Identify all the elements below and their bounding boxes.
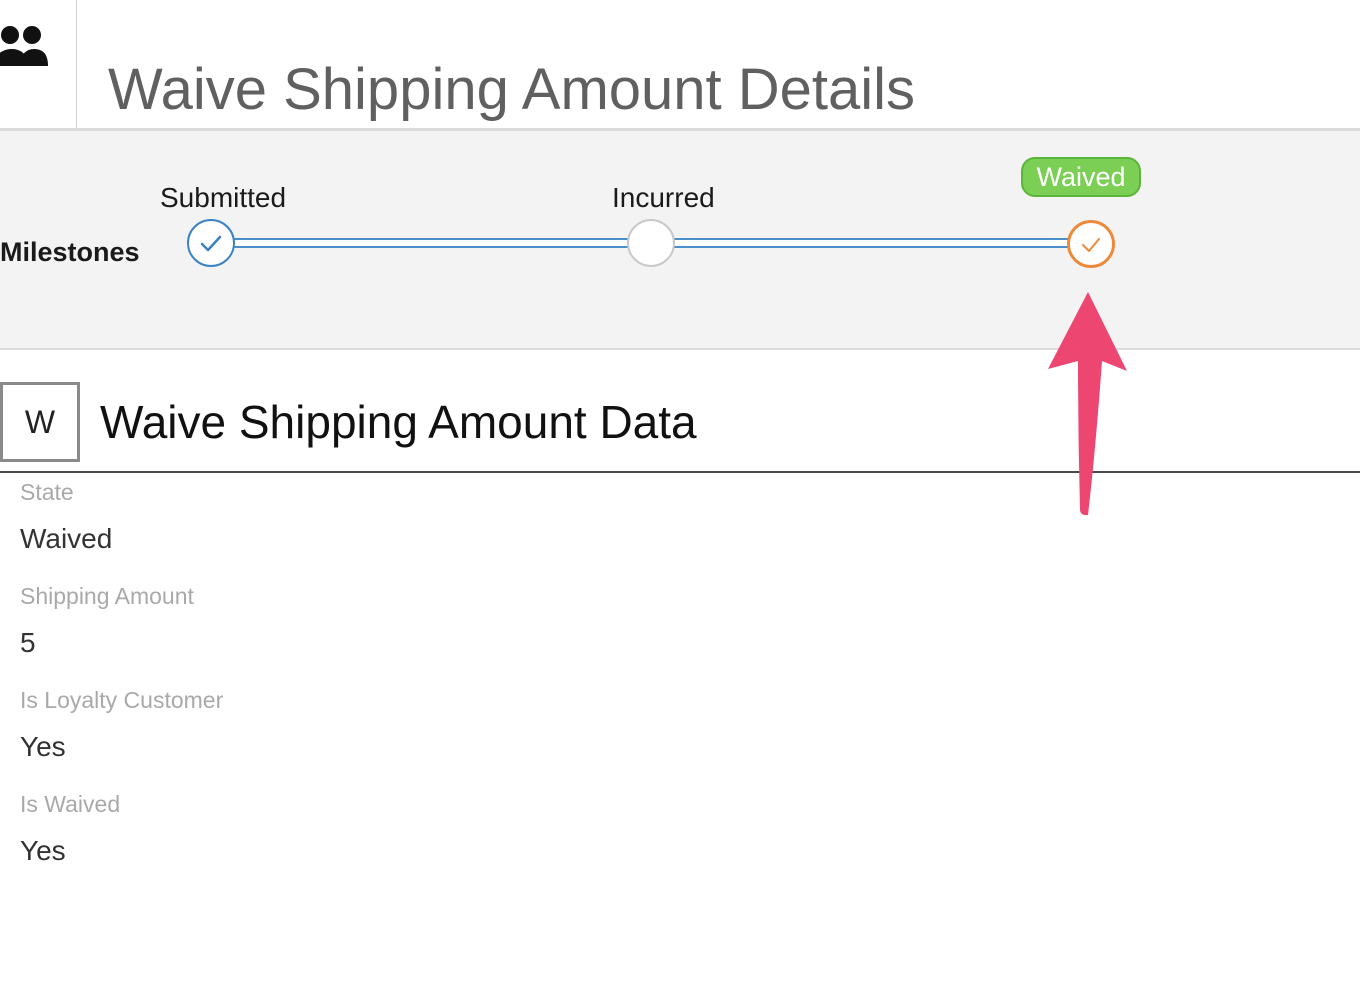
page-title: Waive Shipping Amount Details bbox=[108, 56, 916, 122]
section-divider bbox=[0, 471, 1360, 473]
page-header: Waive Shipping Amount Details bbox=[0, 0, 1360, 131]
milestones-panel: Milestones Submitted Incurred Waived bbox=[0, 131, 1360, 350]
section-title: Waive Shipping Amount Data bbox=[100, 396, 697, 448]
milestone-connector bbox=[232, 238, 630, 248]
milestone-badge-waived: Waived bbox=[1021, 157, 1141, 197]
milestones-label: Milestones bbox=[0, 237, 140, 267]
field-label-shipping-amount: Shipping Amount bbox=[20, 583, 194, 609]
field-value-is-waived: Yes bbox=[20, 835, 66, 866]
header-divider bbox=[76, 0, 77, 128]
field-value-state: Waived bbox=[20, 523, 113, 554]
milestone-label-submitted: Submitted bbox=[160, 182, 287, 213]
check-icon bbox=[200, 235, 222, 252]
avatar: W bbox=[0, 382, 80, 462]
milestone-label-incurred: Incurred bbox=[612, 182, 715, 213]
field-value-is-loyalty-customer: Yes bbox=[20, 731, 66, 762]
milestone-connector bbox=[672, 238, 1070, 248]
milestone-node-waived[interactable] bbox=[1067, 220, 1115, 268]
milestone-node-incurred[interactable] bbox=[627, 219, 675, 267]
page: Waive Shipping Amount Details Milestones… bbox=[0, 0, 1360, 996]
field-value-shipping-amount: 5 bbox=[20, 627, 36, 658]
field-label-state: State bbox=[20, 479, 74, 505]
field-label-is-loyalty-customer: Is Loyalty Customer bbox=[20, 687, 224, 713]
check-icon bbox=[1082, 238, 1100, 252]
field-label-is-waived: Is Waived bbox=[20, 791, 121, 817]
arrow-up-icon bbox=[1048, 292, 1127, 516]
milestone-node-submitted[interactable] bbox=[187, 219, 235, 267]
people-icon[interactable] bbox=[0, 22, 60, 72]
